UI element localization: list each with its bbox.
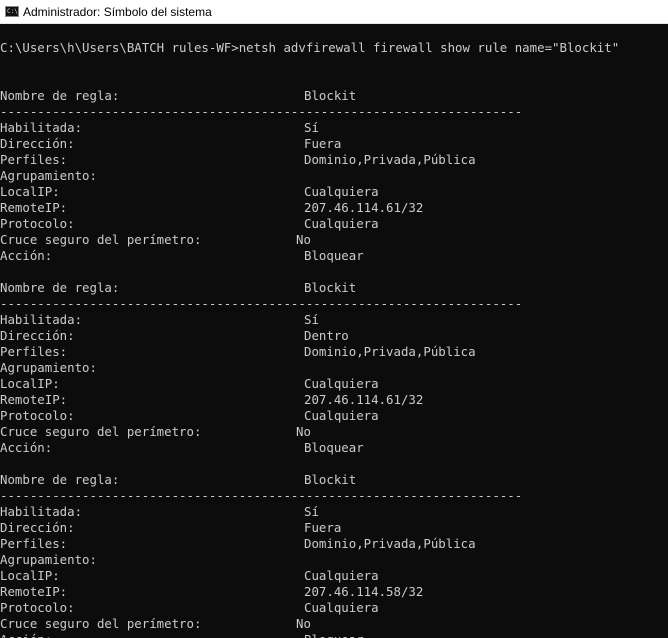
separator: ----------------------------------------… <box>0 296 523 311</box>
field-label: Acción: <box>0 440 53 455</box>
field-label: Habilitada: <box>0 312 83 327</box>
field-value: Sí <box>304 312 319 327</box>
field-value: Cualquiera <box>304 408 379 423</box>
field-value: 207.46.114.61/32 <box>304 392 424 407</box>
field-label: RemoteIP: <box>0 392 68 407</box>
rule-name-value: Blockit <box>304 88 357 103</box>
field-label: Perfiles: <box>0 152 68 167</box>
console-output[interactable]: C:\Users\h\Users\BATCH rules-WF>netsh ad… <box>0 24 668 638</box>
field-label: Protocolo: <box>0 408 75 423</box>
field-value: Bloquear <box>304 440 364 455</box>
command-line: C:\Users\h\Users\BATCH rules-WF>netsh ad… <box>0 40 619 56</box>
field-value: Fuera <box>304 520 342 535</box>
field-value: Sí <box>304 120 319 135</box>
field-value: Dominio,Privada,Pública <box>304 344 476 359</box>
field-value: Cualquiera <box>304 216 379 231</box>
field-value: 207.46.114.58/32 <box>304 584 424 599</box>
window-title: Administrador: Símbolo del sistema <box>23 4 212 19</box>
field-label: LocalIP: <box>0 376 60 391</box>
field-label: Dirección: <box>0 520 75 535</box>
rule-name-value: Blockit <box>304 280 357 295</box>
field-label: LocalIP: <box>0 568 60 583</box>
field-label: Protocolo: <box>0 600 75 615</box>
field-label: Acción: <box>0 632 52 638</box>
field-label: Acción: <box>0 248 53 263</box>
title-bar[interactable]: C:\ Administrador: Símbolo del sistema <box>0 0 668 24</box>
field-value: Cualquiera <box>304 568 379 583</box>
field-value: Dentro <box>304 328 349 343</box>
field-value: No <box>296 232 311 247</box>
rule-name-label: Nombre de regla: <box>0 472 120 487</box>
field-value: Fuera <box>304 136 342 151</box>
field-value: Bloquear <box>304 632 364 638</box>
console-icon: C:\ <box>5 6 19 17</box>
field-value: Dominio,Privada,Pública <box>304 536 476 551</box>
field-value: Cualquiera <box>304 376 379 391</box>
field-label: Cruce seguro del perímetro: <box>0 424 202 439</box>
field-value: Dominio,Privada,Pública <box>304 152 476 167</box>
command-text: C:\Users\h\Users\BATCH rules-WF>netsh ad… <box>0 40 620 55</box>
rule-name-label: Nombre de regla: <box>0 280 120 295</box>
field-label: LocalIP: <box>0 184 60 199</box>
field-label: Dirección: <box>0 136 75 151</box>
field-label: Protocolo: <box>0 216 75 231</box>
command-prompt-window: C:\ Administrador: Símbolo del sistema C… <box>0 0 668 638</box>
separator: ----------------------------------------… <box>0 488 523 503</box>
field-label: Agrupamiento: <box>0 360 97 375</box>
rule-name-value: Blockit <box>304 472 357 487</box>
field-value: Cualquiera <box>304 600 379 615</box>
field-value: No <box>296 616 311 631</box>
field-label: Habilitada: <box>0 504 83 519</box>
field-label: Agrupamiento: <box>0 552 97 567</box>
field-label: RemoteIP: <box>0 200 68 215</box>
field-label: Cruce seguro del perímetro: <box>0 616 202 631</box>
field-value: 207.46.114.61/32 <box>304 200 424 215</box>
field-label: Dirección: <box>0 328 75 343</box>
field-label: Cruce seguro del perímetro: <box>0 232 202 247</box>
field-label: RemoteIP: <box>0 584 68 599</box>
separator: ----------------------------------------… <box>0 104 523 119</box>
field-value: Cualquiera <box>304 184 379 199</box>
field-label: Perfiles: <box>0 344 68 359</box>
field-value: Bloquear <box>304 248 364 263</box>
field-label: Perfiles: <box>0 536 68 551</box>
rule-name-label: Nombre de regla: <box>0 88 120 103</box>
field-value: Sí <box>304 504 319 519</box>
field-label: Agrupamiento: <box>0 168 97 183</box>
field-label: Habilitada: <box>0 120 83 135</box>
field-value: No <box>296 424 311 439</box>
